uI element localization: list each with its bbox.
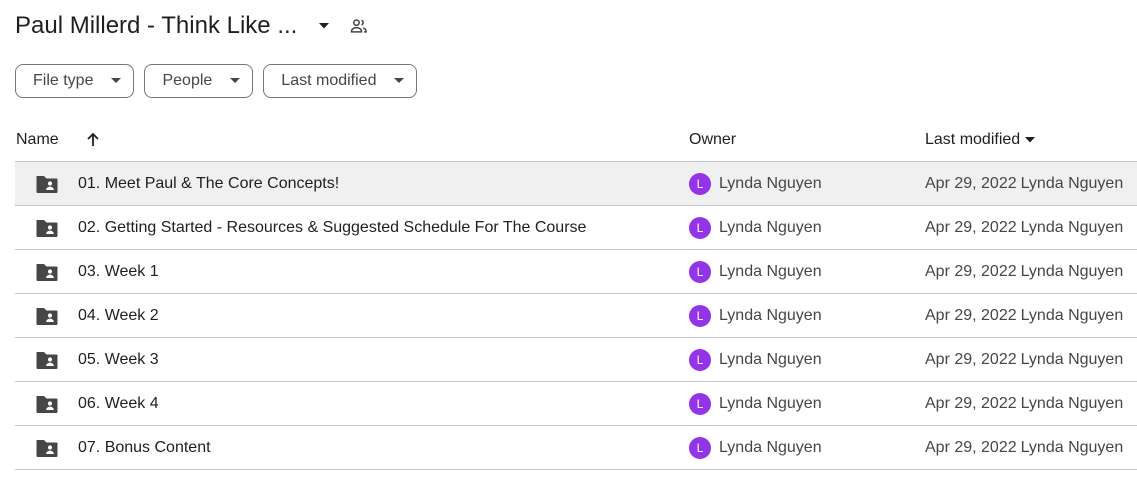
file-name: 06. Week 4 bbox=[78, 395, 159, 412]
owner-name: Lynda Nguyen bbox=[719, 395, 822, 412]
modified-by: Lynda Nguyen bbox=[1020, 439, 1124, 456]
owner-cell: L Lynda Nguyen bbox=[689, 437, 822, 459]
modified-date: Apr 29, 2022 bbox=[925, 219, 1017, 236]
filter-bar: File type People Last modified bbox=[15, 64, 418, 98]
file-row[interactable]: 04. Week 2 L Lynda Nguyen Apr 29, 2022 Lynda… bbox=[15, 294, 1137, 338]
folder-title[interactable]: Paul Millerd - Think Like ... bbox=[15, 12, 297, 40]
modified-cell: Apr 29, 2022 Lynda Nguyen bbox=[925, 439, 1123, 457]
people-filter[interactable]: People bbox=[144, 64, 254, 98]
arrow-upward-icon[interactable] bbox=[83, 130, 103, 150]
modified-cell: Apr 29, 2022 Lynda Nguyen bbox=[925, 307, 1123, 325]
owner-cell: L Lynda Nguyen bbox=[689, 217, 822, 239]
modified-date: Apr 29, 2022 bbox=[925, 307, 1017, 324]
shared-folder-icon bbox=[35, 173, 59, 195]
avatar: L bbox=[689, 349, 711, 371]
avatar: L bbox=[689, 217, 711, 239]
shared-folder-icon bbox=[35, 393, 59, 415]
avatar: L bbox=[689, 393, 711, 415]
file-name: 05. Week 3 bbox=[78, 351, 159, 368]
file-row[interactable]: 06. Week 4 L Lynda Nguyen Apr 29, 2022 Lynda… bbox=[15, 382, 1137, 426]
avatar: L bbox=[689, 305, 711, 327]
filter-label: Last modified bbox=[281, 72, 377, 89]
modified-by: Lynda Nguyen bbox=[1020, 175, 1124, 192]
shared-folder-icon bbox=[35, 349, 59, 371]
modified-date: Apr 29, 2022 bbox=[925, 439, 1017, 456]
owner-column-header[interactable]: Owner bbox=[689, 131, 736, 149]
modified-date: Apr 29, 2022 bbox=[925, 263, 1017, 280]
owner-name: Lynda Nguyen bbox=[719, 351, 822, 368]
file-name: 03. Week 1 bbox=[78, 263, 159, 280]
owner-name: Lynda Nguyen bbox=[719, 263, 822, 280]
owner-cell: L Lynda Nguyen bbox=[689, 393, 822, 415]
arrow-drop-down-icon[interactable] bbox=[315, 17, 333, 35]
owner-cell: L Lynda Nguyen bbox=[689, 349, 822, 371]
modified-date: Apr 29, 2022 bbox=[925, 175, 1017, 192]
arrow-drop-down-icon bbox=[1024, 136, 1036, 144]
file-row[interactable]: 01. Meet Paul & The Core Concepts! L Lynda… bbox=[15, 162, 1137, 206]
title-bar: Paul Millerd - Think Like ... bbox=[15, 8, 371, 44]
filter-label: People bbox=[162, 72, 213, 89]
modified-by: Lynda Nguyen bbox=[1020, 307, 1124, 324]
avatar: L bbox=[689, 437, 711, 459]
arrow-drop-down-icon bbox=[230, 78, 241, 84]
last-modified-filter[interactable]: Last modified bbox=[263, 64, 418, 98]
file-name: 04. Week 2 bbox=[78, 307, 159, 324]
modified-cell: Apr 29, 2022 Lynda Nguyen bbox=[925, 395, 1123, 413]
arrow-drop-down-icon bbox=[111, 78, 122, 84]
file-name: 07. Bonus Content bbox=[78, 439, 211, 456]
file-name: 02. Getting Started - Resources & Sugges… bbox=[78, 219, 587, 236]
filter-label: File type bbox=[33, 72, 94, 89]
shared-folder-icon bbox=[35, 217, 59, 239]
modified-by: Lynda Nguyen bbox=[1020, 263, 1124, 280]
shared-folder-icon bbox=[35, 305, 59, 327]
owner-cell: L Lynda Nguyen bbox=[689, 173, 822, 195]
name-column-header[interactable]: Name bbox=[16, 131, 59, 149]
arrow-drop-down-icon bbox=[394, 78, 405, 84]
modified-cell: Apr 29, 2022 Lynda Nguyen bbox=[925, 175, 1123, 193]
last-modified-column-header[interactable]: Last modified bbox=[925, 131, 1036, 149]
shared-folder-icon bbox=[35, 437, 59, 459]
owner-name: Lynda Nguyen bbox=[719, 307, 822, 324]
owner-cell: L Lynda Nguyen bbox=[689, 305, 822, 327]
owner-name: Lynda Nguyen bbox=[719, 175, 822, 192]
modified-date: Apr 29, 2022 bbox=[925, 395, 1017, 412]
file-row[interactable]: 02. Getting Started - Resources & Sugges… bbox=[15, 206, 1137, 250]
last-modified-label: Last modified bbox=[925, 131, 1021, 148]
owner-cell: L Lynda Nguyen bbox=[689, 261, 822, 283]
modified-cell: Apr 29, 2022 Lynda Nguyen bbox=[925, 263, 1123, 281]
file-row[interactable]: 07. Bonus Content L Lynda Nguyen Apr 29, 20… bbox=[15, 426, 1137, 470]
file-row[interactable]: 05. Week 3 L Lynda Nguyen Apr 29, 2022 Lynda… bbox=[15, 338, 1137, 382]
shared-folder-icon bbox=[35, 261, 59, 283]
avatar: L bbox=[689, 173, 711, 195]
avatar: L bbox=[689, 261, 711, 283]
owner-name: Lynda Nguyen bbox=[719, 219, 822, 236]
modified-date: Apr 29, 2022 bbox=[925, 351, 1017, 368]
modified-by: Lynda Nguyen bbox=[1020, 219, 1124, 236]
modified-by: Lynda Nguyen bbox=[1020, 351, 1124, 368]
column-header: Name Owner Last modified bbox=[15, 122, 1137, 160]
owner-name: Lynda Nguyen bbox=[719, 439, 822, 456]
modified-cell: Apr 29, 2022 Lynda Nguyen bbox=[925, 219, 1123, 237]
modified-by: Lynda Nguyen bbox=[1020, 395, 1124, 412]
file-row[interactable]: 03. Week 1 L Lynda Nguyen Apr 29, 2022 Lynda… bbox=[15, 250, 1137, 294]
file-name: 01. Meet Paul & The Core Concepts! bbox=[78, 175, 340, 192]
people-icon[interactable] bbox=[347, 14, 371, 38]
file-list: 01. Meet Paul & The Core Concepts! L Lynda… bbox=[15, 161, 1137, 470]
modified-cell: Apr 29, 2022 Lynda Nguyen bbox=[925, 351, 1123, 369]
file-type-filter[interactable]: File type bbox=[15, 64, 135, 98]
